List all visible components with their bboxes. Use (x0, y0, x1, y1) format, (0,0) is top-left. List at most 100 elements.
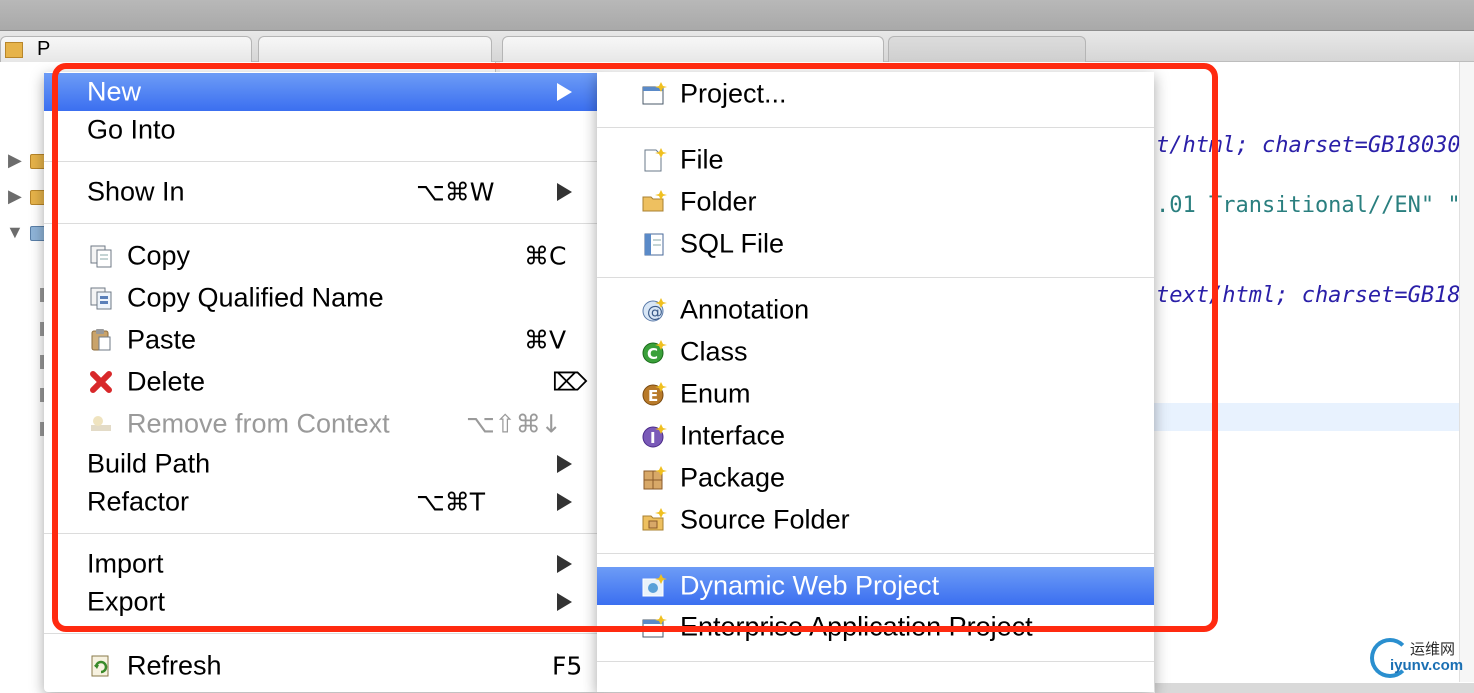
remove-context-icon (91, 416, 111, 431)
menu-item-label: Copy Qualified Name (127, 282, 384, 313)
package-icon (643, 466, 667, 490)
menu-item-label: Copy (127, 240, 191, 271)
menu-item-label: Go Into (87, 114, 176, 145)
menu-item-shortcut: ⌘C (524, 241, 567, 271)
menu-item-remove-from-context[interactable]: Remove from Context ⌥⇧⌘↓ (44, 405, 600, 443)
class-icon: C (642, 340, 667, 364)
tab-project-explorer[interactable]: P (0, 36, 252, 62)
submenu-item-sql-file[interactable]: SQL File (597, 225, 1154, 263)
menu-separator (44, 223, 600, 224)
editor-scrollbar[interactable] (1459, 62, 1474, 682)
tree-collapse-arrow[interactable]: ▼ (6, 222, 24, 243)
submenu-arrow-icon (557, 455, 572, 473)
submenu-arrow-icon (557, 493, 572, 511)
submenu-arrow-icon (557, 183, 572, 201)
paste-icon (91, 329, 111, 351)
menu-separator (44, 533, 600, 534)
window-titlebar (0, 0, 1474, 31)
tree-expand-arrow[interactable]: ▶ (8, 186, 22, 207)
menu-item-shortcut: ⌘V (524, 325, 567, 355)
submenu-item-dynamic-web-project[interactable]: Dynamic Web Project (597, 567, 1154, 605)
menu-item-label: Remove from Context (127, 408, 390, 439)
interface-icon: I (642, 424, 667, 448)
menu-item-shortcut: ⌦ (552, 367, 588, 397)
menu-item-label: Class (680, 336, 748, 367)
folder-icon (642, 190, 667, 212)
source-folder-icon (642, 508, 667, 531)
menu-item-label: SQL File (680, 228, 785, 259)
menu-item-label: Source Folder (680, 504, 850, 535)
menu-separator (44, 161, 600, 162)
menu-item-label: Build Path (87, 448, 211, 479)
menu-item-shortcut: ⌥⇧⌘↓ (466, 409, 562, 439)
menu-item-label: Annotation (680, 294, 810, 325)
watermark-text-url: iyunv.com (1390, 657, 1464, 674)
submenu-item-folder[interactable]: Folder (597, 183, 1154, 221)
menu-item-label: Enterprise Application Project (680, 611, 1033, 642)
watermark-text-cn: 运维网 (1410, 640, 1456, 658)
menu-item-paste[interactable]: Paste ⌘V (44, 321, 600, 359)
status-strip (1155, 683, 1474, 693)
menu-item-label: Export (87, 586, 166, 617)
menu-item-export[interactable]: Export (44, 583, 600, 621)
sql-file-icon (644, 233, 664, 256)
menu-item-label: Interface (680, 420, 786, 451)
submenu-item-file[interactable]: File (597, 141, 1154, 179)
menu-item-label: Project... (680, 78, 787, 109)
menu-item-label: New (87, 76, 142, 107)
code-line: text/html; charset=GB18 (1156, 283, 1461, 308)
tab-outline[interactable] (258, 36, 492, 62)
submenu-item-class[interactable]: C Class (597, 333, 1154, 371)
menu-item-refactor[interactable]: Refactor ⌥⌘T (44, 483, 600, 521)
submenu-item-source-folder[interactable]: Source Folder (597, 501, 1154, 539)
submenu-arrow-icon (557, 555, 572, 573)
menu-item-label: Refresh (127, 650, 222, 681)
watermark-logo: 运维网 iyunv.com (1370, 634, 1474, 682)
menu-item-go-into[interactable]: Go Into (44, 111, 600, 149)
menu-item-copy[interactable]: Copy ⌘C (44, 237, 600, 275)
project-icon (642, 82, 667, 105)
refresh-icon (91, 655, 109, 677)
submenu-item-enterprise-application-project[interactable]: Enterprise Application Project (597, 608, 1154, 646)
submenu-item-annotation[interactable]: @ Annotation (597, 291, 1154, 329)
tab-editor-2[interactable] (888, 36, 1086, 62)
svg-text:C: C (647, 345, 658, 363)
menu-item-build-path[interactable]: Build Path (44, 445, 600, 483)
submenu-item-interface[interactable]: I Interface (597, 417, 1154, 455)
menu-separator (44, 633, 600, 634)
submenu-item-package[interactable]: Package (597, 459, 1154, 497)
submenu-item-project[interactable]: Project... (597, 75, 1154, 113)
menu-item-label: Paste (127, 324, 197, 355)
enterprise-project-icon (642, 615, 667, 638)
submenu-arrow-icon (557, 593, 572, 611)
submenu-arrow-icon (557, 83, 572, 101)
menu-item-show-in[interactable]: Show In ⌥⌘W (44, 173, 600, 211)
context-menu: New Go Into Show In ⌥⌘W Copy ⌘C Copy Qua… (44, 72, 600, 692)
enum-icon: E (642, 382, 667, 406)
menu-item-copy-qualified-name[interactable]: Copy Qualified Name (44, 279, 600, 317)
menu-item-shortcut: ⌥⌘T (416, 487, 486, 517)
submenu-item-enum[interactable]: E Enum (597, 375, 1154, 413)
annotation-icon: @ (642, 298, 667, 322)
menu-separator (597, 277, 1154, 278)
dynamic-web-project-icon (642, 574, 667, 597)
menu-item-import[interactable]: Import (44, 545, 600, 583)
menu-item-label: Show In (87, 176, 185, 207)
copy-icon (90, 245, 112, 268)
menu-item-label: Dynamic Web Project (680, 570, 940, 601)
tab-editor-1[interactable] (502, 36, 884, 62)
menu-item-shortcut: ⌥⌘W (416, 177, 495, 207)
menu-separator (597, 127, 1154, 128)
file-icon (644, 148, 667, 172)
code-line: .01 Transitional//EN" " (1156, 193, 1461, 218)
tab-label: P (37, 38, 51, 60)
copy-qualified-name-icon (90, 287, 112, 310)
menu-item-delete[interactable]: Delete ⌦ (44, 363, 600, 401)
svg-text:I: I (650, 429, 656, 447)
menu-item-new[interactable]: New (44, 73, 600, 111)
code-line: t/html; charset=GB18030 (1156, 133, 1461, 158)
menu-item-label: Import (87, 548, 164, 579)
tree-expand-arrow[interactable]: ▶ (8, 150, 22, 171)
menu-separator (597, 661, 1154, 662)
menu-item-refresh[interactable]: Refresh F5 (44, 647, 600, 685)
